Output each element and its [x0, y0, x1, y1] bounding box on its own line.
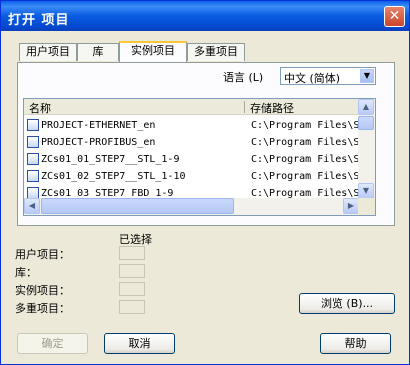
list-item[interactable]: ZCs01_01_STEP7__STL_1-9 C:\Program Files…: [24, 151, 359, 168]
project-path: C:\Program Files\S: [251, 120, 359, 131]
dialog-title: 打开 项目: [8, 13, 70, 28]
selected-libraries-label: 库：: [15, 266, 37, 279]
selected-sample-projects-label: 实例项目：: [15, 284, 70, 297]
chevron-left-icon: ◀: [28, 201, 36, 210]
title-bar[interactable]: 打开 项目 ✕: [1, 1, 409, 31]
chevron-down-icon: ▼: [362, 186, 370, 195]
list-header: 名称 存储路径: [24, 99, 359, 115]
tab-multiprojects[interactable]: 多重项目: [187, 43, 245, 61]
close-icon: ✕: [388, 8, 401, 24]
selected-multiprojects-box: [119, 300, 145, 314]
project-icon: [27, 153, 39, 165]
project-name: PROJECT-PROFIBUS_en: [41, 137, 156, 148]
scroll-down-button[interactable]: ▼: [358, 183, 374, 199]
project-icon: [27, 170, 39, 182]
close-button[interactable]: ✕: [384, 6, 405, 27]
selected-user-projects-label: 用户项目：: [15, 248, 70, 261]
tab-libraries[interactable]: 库: [77, 43, 119, 61]
selected-multiprojects-label: 多重项目：: [15, 302, 70, 315]
help-button[interactable]: 帮助: [320, 333, 391, 354]
scrollbar-corner: [358, 198, 375, 215]
vertical-scrollbar[interactable]: ▲ ▼: [358, 99, 375, 199]
horizontal-scroll-thumb[interactable]: [41, 198, 234, 214]
chevron-down-icon[interactable]: ▼: [360, 69, 374, 83]
horizontal-scrollbar[interactable]: ◀ ▶: [24, 198, 359, 215]
column-header-name[interactable]: 名称: [29, 100, 51, 116]
column-divider[interactable]: [244, 101, 245, 113]
chevron-up-icon: ▲: [362, 102, 370, 111]
project-name: ZCs01_01_STEP7__STL_1-9: [41, 154, 180, 165]
vertical-scroll-thumb[interactable]: [358, 116, 374, 130]
open-project-dialog: 打开 项目 ✕ 用户项目 库 实例项目 多重项目 语言 (L) 中文 (简体) …: [0, 0, 410, 365]
scroll-right-button[interactable]: ▶: [343, 198, 359, 214]
browse-button[interactable]: 浏览 (B)...: [299, 293, 395, 314]
project-path: C:\Program Files\S: [251, 154, 359, 165]
tab-user-projects[interactable]: 用户项目: [19, 43, 77, 61]
list-item[interactable]: ZCs01_02_STEP7__STL_1-10 C:\Program File…: [24, 168, 359, 185]
language-value: 中文 (简体): [284, 72, 341, 85]
scroll-left-button[interactable]: ◀: [24, 198, 40, 214]
list-item[interactable]: PROJECT-ETHERNET_en C:\Program Files\S: [24, 117, 359, 134]
project-name: ZCs01_02_STEP7__STL_1-10: [41, 171, 186, 182]
column-header-path[interactable]: 存储路径: [250, 100, 294, 116]
selected-user-projects-box: [119, 246, 145, 260]
project-path: C:\Program Files\S: [251, 137, 359, 148]
tab-sample-projects[interactable]: 实例项目: [119, 41, 187, 62]
language-label: 语言 (L): [223, 71, 264, 84]
list-item[interactable]: PROJECT-PROFIBUS_en C:\Program Files\S: [24, 134, 359, 151]
chevron-right-icon: ▶: [347, 201, 355, 210]
project-icon: [27, 136, 39, 148]
cancel-button[interactable]: 取消: [104, 333, 175, 354]
ok-button[interactable]: 确定: [17, 333, 88, 354]
project-list[interactable]: 名称 存储路径 PROJECT-ETHERNET_en C:\Program F…: [23, 98, 376, 216]
scroll-up-button[interactable]: ▲: [358, 99, 374, 115]
selected-title: 已选择: [119, 233, 152, 246]
project-icon: [27, 119, 39, 131]
selected-libraries-box: [119, 264, 145, 278]
project-path: C:\Program Files\S: [251, 171, 359, 182]
project-name: PROJECT-ETHERNET_en: [41, 120, 156, 131]
selected-sample-projects-box: [119, 282, 145, 296]
language-select[interactable]: 中文 (简体) ▼: [280, 67, 376, 85]
